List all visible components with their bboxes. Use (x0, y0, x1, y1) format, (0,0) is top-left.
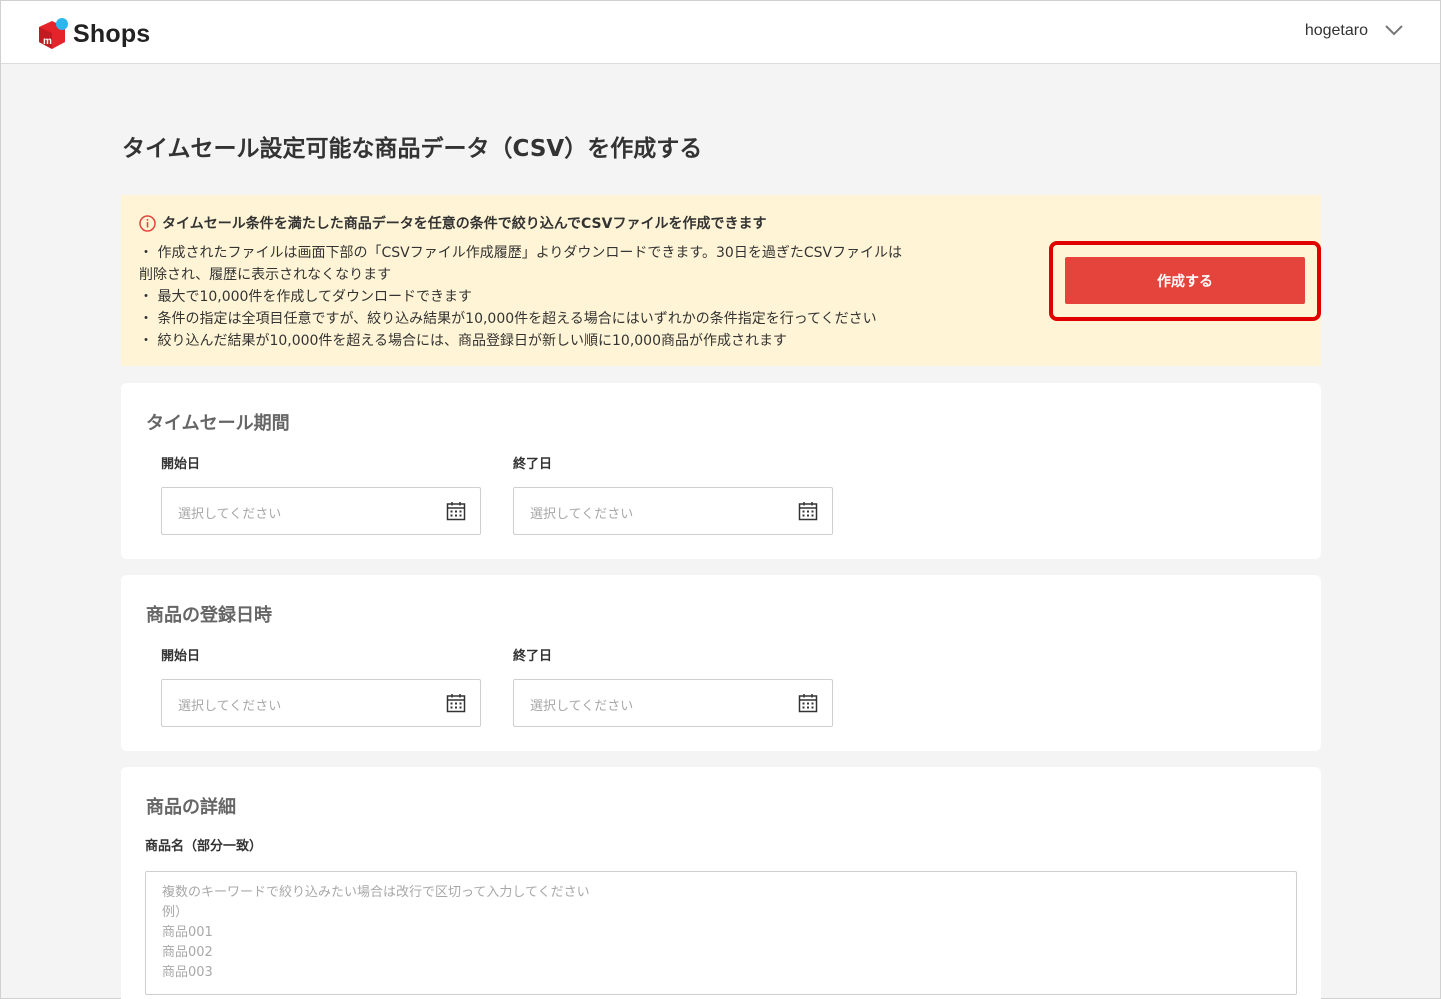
placeholder-line: 複数のキーワードで絞り込みたい場合は改行で区切って入力してください (162, 885, 590, 900)
end-date-label: 終了日 (513, 649, 553, 664)
calendar-icon[interactable] (798, 501, 818, 525)
registration-end-date-input[interactable]: 選択してください (513, 679, 833, 727)
info-icon (139, 214, 156, 232)
shops-logo[interactable]: m Shops (35, 17, 150, 51)
info-notice: タイムセール条件を満たした商品データを任意の条件で絞り込んでCSVファイルを作成… (121, 195, 1321, 366)
product-name-label: 商品名（部分一致） (145, 839, 263, 854)
registration-start-date-input[interactable]: 選択してください (161, 679, 481, 727)
notice-line: ・ 最大で10,000件を作成してダウンロードできます (139, 289, 473, 305)
notice-headline-text: タイムセール条件を満たした商品データを任意の条件で絞り込んでCSVファイルを作成… (162, 216, 767, 232)
placeholder: 選択してください (178, 699, 282, 714)
placeholder-line: 商品003 (162, 965, 213, 980)
product-details-section: 商品の詳細 商品名（部分一致） 複数のキーワードで絞り込みたい場合は改行で区切っ… (121, 767, 1321, 999)
page-title: タイムセール設定可能な商品データ（CSV）を作成する (122, 136, 703, 162)
svg-text:m: m (43, 36, 52, 47)
mercari-shops-logo-icon: m (35, 17, 69, 51)
calendar-icon[interactable] (446, 501, 466, 525)
placeholder-line: 例） (162, 905, 189, 920)
section-title: 商品の登録日時 (146, 605, 272, 626)
notice-line: ・ 条件の指定は全項目任意ですが、絞り込み結果が10,000件を超える場合にはい… (139, 311, 877, 327)
end-date-label: 終了日 (513, 457, 553, 472)
timesale-period-section: タイムセール期間 開始日 終了日 選択してください 選択してください (121, 383, 1321, 559)
start-date-label: 開始日 (161, 457, 201, 472)
notice-line: ・ 作成されたファイルは画面下部の「CSVファイル作成履歴」よりダウンロードでき… (139, 245, 903, 261)
section-title: タイムセール期間 (146, 413, 290, 434)
brand-name: Shops (73, 19, 151, 48)
textarea-placeholder: 複数のキーワードで絞り込みたい場合は改行で区切って入力してください 例） 商品0… (162, 883, 590, 983)
notice-list: ・ 作成されたファイルは画面下部の「CSVファイル作成履歴」よりダウンロードでき… (139, 242, 1019, 352)
notice-headline: タイムセール条件を満たした商品データを任意の条件で絞り込んでCSVファイルを作成… (139, 213, 766, 233)
placeholder: 選択してください (178, 507, 282, 522)
top-header: m Shops hogetaro (1, 1, 1440, 64)
placeholder-line: 商品002 (162, 945, 213, 960)
timesale-end-date-input[interactable]: 選択してください (513, 487, 833, 535)
user-menu[interactable]: hogetaro (1305, 21, 1404, 40)
create-csv-button[interactable]: 作成する (1065, 257, 1305, 304)
section-title: 商品の詳細 (146, 797, 236, 818)
username: hogetaro (1304, 21, 1368, 39)
product-name-textarea[interactable]: 複数のキーワードで絞り込みたい場合は改行で区切って入力してください 例） 商品0… (145, 871, 1297, 995)
start-date-label: 開始日 (161, 649, 201, 664)
placeholder: 選択してください (530, 507, 634, 522)
calendar-icon[interactable] (798, 693, 818, 717)
placeholder-line: 商品001 (162, 925, 213, 940)
chevron-down-icon[interactable] (1384, 21, 1404, 40)
notice-line: ・ 絞り込んだ結果が10,000件を超える場合には、商品登録日が新しい順に10,… (139, 333, 788, 349)
timesale-start-date-input[interactable]: 選択してください (161, 487, 481, 535)
placeholder: 選択してください (530, 699, 634, 714)
registration-date-section: 商品の登録日時 開始日 終了日 選択してください 選択してください (121, 575, 1321, 751)
calendar-icon[interactable] (446, 693, 466, 717)
notice-line: 削除され、履歴に表示されなくなります (139, 267, 392, 283)
